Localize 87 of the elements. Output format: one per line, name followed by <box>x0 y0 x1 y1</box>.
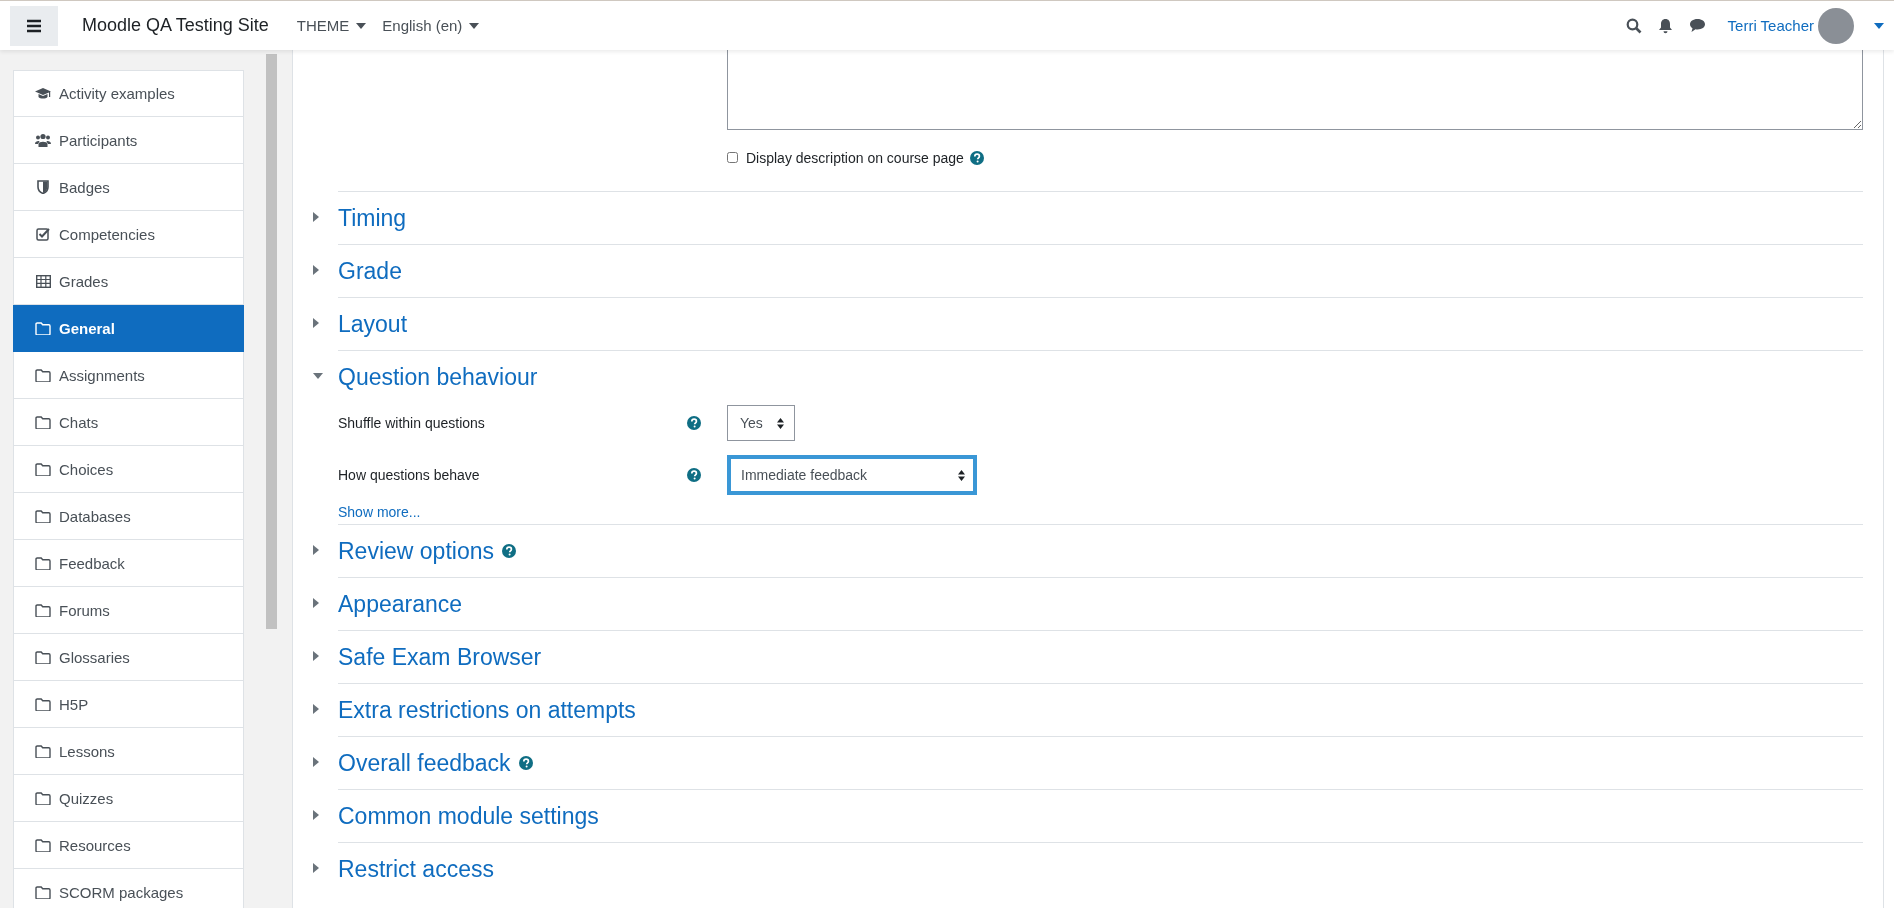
folder-icon <box>35 321 51 335</box>
sidebar-item[interactable]: Activity examples <box>13 70 244 117</box>
user-menu-caret-icon <box>1874 22 1884 29</box>
sidebar-item[interactable]: Resources <box>13 822 244 869</box>
folder-icon <box>35 556 51 570</box>
sidebar-item[interactable]: Badges <box>13 164 244 211</box>
caret-right-icon[interactable] <box>313 545 319 555</box>
select-field[interactable]: Immediate feedback <box>727 455 977 495</box>
caret-right-icon[interactable] <box>313 651 319 661</box>
sidebar-item[interactable]: SCORM packages <box>13 869 244 908</box>
caret-right-icon[interactable] <box>313 757 319 767</box>
section-heading[interactable]: Review options <box>338 537 494 565</box>
folder-icon <box>35 368 51 382</box>
folder-icon <box>35 509 51 523</box>
section-heading[interactable]: Timing <box>338 204 407 232</box>
select-field[interactable]: Yes <box>727 405 795 441</box>
caret-down-icon[interactable] <box>313 373 323 379</box>
section-heading[interactable]: Appearance <box>338 590 463 618</box>
sidebar-item[interactable]: General <box>13 305 244 352</box>
folder-icon <box>35 650 51 664</box>
avatar-placeholder[interactable] <box>1818 7 1854 44</box>
folder-icon <box>35 462 51 476</box>
sidebar-item[interactable]: Assignments <box>13 352 244 399</box>
caret-right-icon[interactable] <box>313 212 319 222</box>
section-heading[interactable]: Question behaviour <box>338 363 538 391</box>
caret-right-icon[interactable] <box>313 598 319 608</box>
folder-icon <box>35 791 51 805</box>
folder-icon <box>35 415 51 429</box>
help-icon[interactable] <box>501 544 516 558</box>
folder-icon <box>35 885 51 899</box>
sidebar-item[interactable]: H5P <box>13 681 244 728</box>
section-heading[interactable]: Safe Exam Browser <box>338 643 542 671</box>
checkbox[interactable] <box>727 152 738 163</box>
section-heading[interactable]: Common module settings <box>338 802 599 830</box>
sidebar-item[interactable]: Quizzes <box>13 775 244 822</box>
show-more-link[interactable]: Show more... <box>338 504 421 520</box>
sidebar-item[interactable]: Lessons <box>13 728 244 775</box>
scrollbar-thumb[interactable] <box>265 54 277 629</box>
caret-down-icon <box>356 22 367 29</box>
folder-icon <box>35 603 51 617</box>
section-heading[interactable]: Layout <box>338 310 408 338</box>
caret-right-icon[interactable] <box>313 265 319 275</box>
users-icon <box>35 133 51 147</box>
sidebar-item[interactable]: Participants <box>13 117 244 164</box>
sidebar-item[interactable]: Glossaries <box>13 634 244 681</box>
caret-right-icon[interactable] <box>313 810 319 820</box>
caret-right-icon[interactable] <box>313 318 319 328</box>
field-label: Shuffle within questions <box>338 415 486 431</box>
sidebar-item[interactable]: Chats <box>13 399 244 446</box>
chat-bubble-icon[interactable] <box>1688 18 1706 33</box>
help-icon[interactable] <box>687 468 701 482</box>
section-heading[interactable]: Overall feedback <box>338 749 511 777</box>
caret-down-icon <box>469 22 480 29</box>
section-heading[interactable]: Extra restrictions on attempts <box>338 696 636 724</box>
sidebar-item[interactable]: Choices <box>13 446 244 493</box>
caret-right-icon[interactable] <box>313 863 319 873</box>
sidebar-item[interactable]: Feedback <box>13 540 244 587</box>
graduation-cap-icon <box>35 86 51 101</box>
sidebar-item[interactable]: Grades <box>13 258 244 305</box>
search-icon[interactable] <box>1625 17 1642 34</box>
folder-icon <box>35 838 51 852</box>
help-icon[interactable] <box>969 150 984 165</box>
sort-arrows-icon <box>958 469 965 481</box>
sort-arrows-icon <box>776 417 784 429</box>
help-icon[interactable] <box>687 416 701 430</box>
checkbox-label: Display description on course page <box>746 149 964 166</box>
field-label: How questions behave <box>338 467 481 483</box>
section-heading[interactable]: Grade <box>338 257 402 285</box>
user-name[interactable]: Terri Teacher <box>1727 17 1814 34</box>
dropdown-menu[interactable]: THEME <box>296 17 367 34</box>
description-field[interactable] <box>727 50 1863 130</box>
sidebar-item[interactable]: Forums <box>13 587 244 634</box>
folder-icon <box>35 697 51 711</box>
help-icon[interactable] <box>518 756 533 770</box>
folder-icon <box>35 744 51 758</box>
table-icon <box>35 274 51 288</box>
dropdown-menu[interactable]: English (en) <box>382 17 480 34</box>
menu-icon <box>26 18 42 33</box>
menu-button[interactable] <box>10 5 58 46</box>
caret-right-icon[interactable] <box>313 704 319 714</box>
sidebar-item[interactable]: Competencies <box>13 211 244 258</box>
checkbox-icon <box>36 227 50 241</box>
section-heading[interactable]: Restrict access <box>338 855 494 883</box>
site-name[interactable]: Moodle QA Testing Site <box>82 15 269 36</box>
bell-icon[interactable] <box>1657 17 1673 34</box>
shield-icon <box>37 180 49 194</box>
sidebar-item[interactable]: Databases <box>13 493 244 540</box>
